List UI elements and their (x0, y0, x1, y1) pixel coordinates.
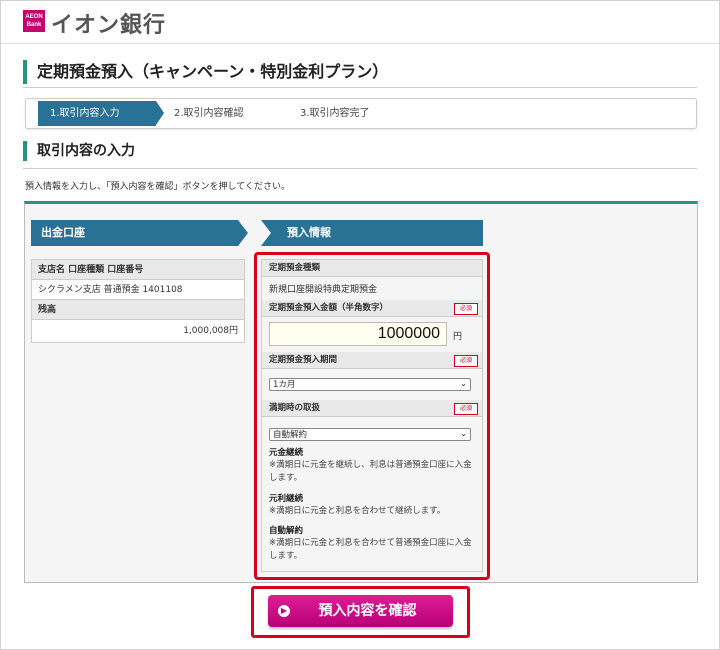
step-current: 1.取引内容入力 (38, 101, 156, 126)
required-badge: 必須 (454, 403, 478, 415)
balance-label: 残高 (32, 300, 244, 320)
deposit-info-panel: 定期預金種類 新規口座開設特典定期預金 定期預金預入金額（半角数字） 必須 10… (261, 259, 483, 572)
period-label-text: 定期預金預入期間 (269, 355, 338, 365)
header: AEON Bank イオン銀行 (1, 1, 719, 44)
page: AEON Bank イオン銀行 定期預金預入（キャンペーン・特別金利プラン） 1… (0, 0, 720, 650)
note-title: 元利継続 (269, 494, 304, 504)
chevron-down-icon: ⌄ (460, 379, 467, 388)
chevron-down-icon: ⌄ (460, 429, 467, 438)
confirm-deposit-label: 預入内容を確認 (318, 603, 417, 619)
section-divider (23, 168, 697, 169)
required-badge: 必須 (454, 355, 478, 367)
note-title: 自動解約 (269, 526, 304, 536)
step-arrow (156, 101, 164, 125)
logo-mark-bottom: Bank (26, 22, 42, 28)
period-label: 定期預金預入期間 必須 (262, 352, 482, 369)
note-text: ※満期日に元金を継続し、利息は普通預金口座に入金します。 (269, 460, 472, 483)
logo-text: イオン銀行 (51, 13, 167, 38)
note-text: ※満期日に元金と利息を合わせて普通預金口座に入金します。 (269, 538, 472, 561)
deposit-header: 預入情報 (261, 220, 483, 246)
balance-value: 1,000,008円 (183, 326, 238, 336)
maturity-select[interactable]: 自動解約 ⌄ (269, 428, 471, 441)
deposit-info-highlight: 定期預金種類 新規口座開設特典定期預金 定期預金預入金額（半角数字） 必須 10… (254, 252, 490, 580)
deposit-type-label: 定期預金種類 (262, 260, 482, 277)
maturity-label: 満期時の取扱 必須 (262, 400, 482, 417)
period-select[interactable]: 1カ月 ⌄ (269, 378, 471, 391)
maturity-select-value: 自動解約 (273, 430, 308, 440)
step-confirm: 2.取引内容確認 (174, 108, 244, 119)
section-title: 取引内容の入力 (23, 141, 135, 161)
maturity-label-text: 満期時の取扱 (269, 403, 321, 413)
withdrawal-header: 出金口座 (31, 220, 238, 246)
account-header: 支店名 口座種類 口座番号 (32, 260, 244, 280)
note-text: ※満期日に元金と利息を合わせて継続します。 (269, 506, 446, 516)
withdrawal-header-arrow (238, 220, 248, 246)
aeon-logo-icon: AEON Bank (23, 10, 45, 32)
required-badge: 必須 (454, 303, 478, 315)
confirm-deposit-button[interactable]: ▶ 預入内容を確認 (268, 595, 453, 627)
deposit-type-value: 新規口座開設特典定期預金 (269, 285, 378, 295)
page-title: 定期預金預入（キャンペーン・特別金利プラン） (23, 60, 388, 84)
amount-input[interactable]: 1000000 (269, 322, 447, 346)
deposit-type-label-text: 定期預金種類 (269, 263, 321, 273)
chevron-right-icon: ▶ (278, 605, 290, 617)
period-select-value: 1カ月 (273, 380, 296, 390)
submit-highlight: ▶ 預入内容を確認 (251, 586, 470, 638)
amount-label: 定期預金預入金額（半角数字） 必須 (262, 300, 482, 317)
title-divider (23, 87, 697, 88)
step-complete: 3.取引内容完了 (300, 108, 370, 119)
amount-label-text: 定期預金預入金額（半角数字） (269, 303, 389, 313)
account-value: シクラメン支店 普通預金 1401108 (32, 280, 244, 300)
logo-mark-top: AEON (25, 14, 43, 20)
amount-unit: 円 (453, 332, 463, 342)
progress-stepper: 1.取引内容入力 2.取引内容確認 3.取引内容完了 (25, 98, 697, 129)
withdrawal-account-table: 支店名 口座種類 口座番号 シクラメン支店 普通預金 1401108 残高 1,… (31, 259, 245, 343)
note-title: 元金継続 (269, 448, 304, 458)
instruction-text: 預入情報を入力し、「預入内容を確認」ボタンを押してください。 (25, 182, 290, 192)
deposit-header-notch (261, 220, 271, 246)
form-panel: 出金口座 預入情報 支店名 口座種類 口座番号 シクラメン支店 普通預金 140… (24, 201, 698, 583)
